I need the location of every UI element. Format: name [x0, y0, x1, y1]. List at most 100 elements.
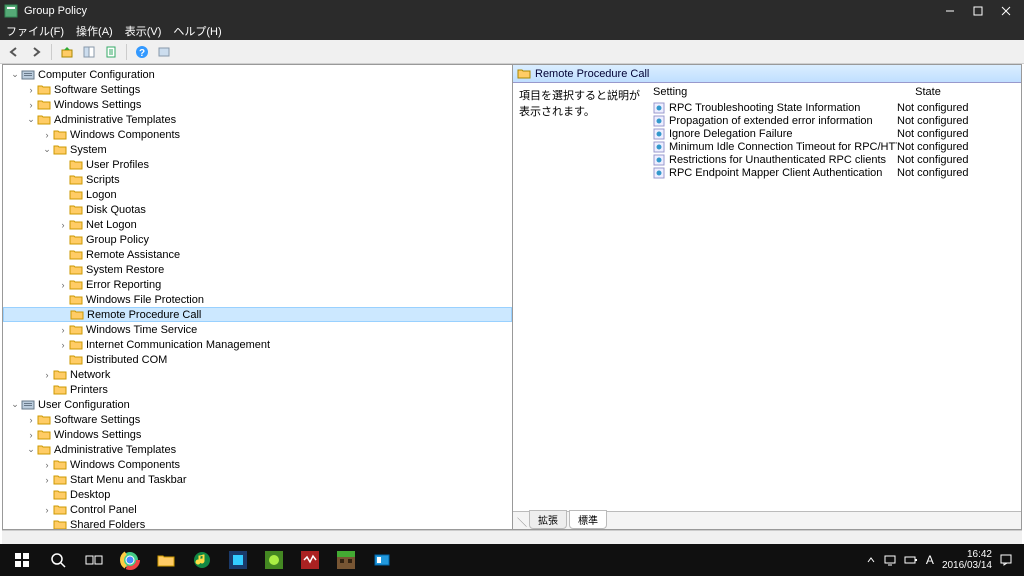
- tray-battery-icon[interactable]: [904, 555, 918, 565]
- expand-icon[interactable]: ›: [57, 340, 69, 350]
- taskbar-app-explorer[interactable]: [148, 546, 184, 574]
- tree-node[interactable]: ›Control Panel: [3, 502, 512, 517]
- tree-node[interactable]: ›Error Reporting: [3, 277, 512, 292]
- tab-extended[interactable]: 拡張: [529, 510, 567, 529]
- tree-pane[interactable]: ⌄Computer Configuration›Software Setting…: [3, 65, 513, 529]
- export-list-button[interactable]: [101, 42, 121, 62]
- detail-pane: Remote Procedure Call 項目を選択すると説明が表示されます。…: [513, 65, 1021, 529]
- expand-icon[interactable]: ›: [25, 85, 37, 95]
- expand-icon[interactable]: ›: [41, 460, 53, 470]
- task-view-button[interactable]: [76, 546, 112, 574]
- tree-node[interactable]: ⌄Administrative Templates: [3, 442, 512, 457]
- tree-node[interactable]: ·Logon: [3, 187, 512, 202]
- folder-icon: [37, 429, 51, 441]
- folder-icon: [69, 339, 83, 351]
- collapse-icon[interactable]: ⌄: [41, 144, 53, 155]
- expand-icon[interactable]: ›: [57, 280, 69, 290]
- tree-node[interactable]: ›Windows Settings: [3, 97, 512, 112]
- collapse-icon[interactable]: ⌄: [25, 114, 37, 125]
- collapse-icon[interactable]: ⌄: [9, 69, 21, 80]
- tray-notifications-icon[interactable]: [1000, 554, 1012, 566]
- tree-node[interactable]: ›Software Settings: [3, 412, 512, 427]
- tree-node[interactable]: ·Remote Procedure Call: [3, 307, 512, 322]
- menu-view[interactable]: 表示(V): [125, 23, 162, 39]
- tree-node[interactable]: ⌄ System: [3, 142, 512, 157]
- tree-node[interactable]: ›Windows Settings: [3, 427, 512, 442]
- expand-icon[interactable]: ›: [25, 415, 37, 425]
- tree-node[interactable]: ›Start Menu and Taskbar: [3, 472, 512, 487]
- taskbar-app-mmc[interactable]: [364, 546, 400, 574]
- menu-file[interactable]: ファイル(F): [6, 23, 64, 39]
- expand-icon[interactable]: ›: [41, 475, 53, 485]
- back-button[interactable]: [4, 42, 24, 62]
- setting-row[interactable]: RPC Endpoint Mapper Client Authenticatio…: [653, 166, 1021, 179]
- tree-node[interactable]: ›Windows Time Service: [3, 322, 512, 337]
- tree-node[interactable]: ›Windows Components: [3, 457, 512, 472]
- show-hide-tree-button[interactable]: [79, 42, 99, 62]
- minimize-button[interactable]: [936, 0, 964, 22]
- tree-node[interactable]: ›Net Logon: [3, 217, 512, 232]
- tree-node[interactable]: ⌄User Configuration: [3, 397, 512, 412]
- maximize-button[interactable]: [964, 0, 992, 22]
- window-titlebar: Group Policy: [0, 0, 1024, 22]
- up-button[interactable]: [57, 42, 77, 62]
- tree-node[interactable]: ·Group Policy: [3, 232, 512, 247]
- collapse-icon[interactable]: ⌄: [25, 444, 37, 455]
- tree-node[interactable]: ›Windows Components: [3, 127, 512, 142]
- tree-node[interactable]: ·Scripts: [3, 172, 512, 187]
- taskbar-app-2[interactable]: [256, 546, 292, 574]
- tree-node[interactable]: ·Distributed COM: [3, 352, 512, 367]
- collapse-icon[interactable]: ⌄: [9, 399, 21, 410]
- setting-row[interactable]: Propagation of extended error informatio…: [653, 114, 1021, 127]
- expand-icon[interactable]: ›: [41, 370, 53, 380]
- tree-node[interactable]: ⌄Computer Configuration: [3, 67, 512, 82]
- setting-row[interactable]: RPC Troubleshooting State InformationNot…: [653, 101, 1021, 114]
- tree-node[interactable]: ›Software Settings: [3, 82, 512, 97]
- help-button[interactable]: ?: [132, 42, 152, 62]
- folder-icon: [53, 459, 67, 471]
- expand-icon[interactable]: ›: [25, 100, 37, 110]
- tree-node[interactable]: ·Desktop: [3, 487, 512, 502]
- setting-row[interactable]: Minimum Idle Connection Timeout for RPC/…: [653, 140, 1021, 153]
- expand-icon[interactable]: ›: [41, 505, 53, 515]
- forward-button[interactable]: [26, 42, 46, 62]
- start-button[interactable]: [4, 546, 40, 574]
- menu-action[interactable]: 操作(A): [76, 23, 113, 39]
- taskbar-app-3[interactable]: [292, 546, 328, 574]
- col-header-setting[interactable]: Setting: [653, 86, 883, 98]
- search-button[interactable]: [40, 546, 76, 574]
- tree-node[interactable]: ·Shared Folders: [3, 517, 512, 529]
- tree-node[interactable]: ·Disk Quotas: [3, 202, 512, 217]
- close-button[interactable]: [992, 0, 1020, 22]
- config-icon: [21, 399, 35, 411]
- tab-standard[interactable]: 標準: [569, 510, 607, 529]
- tree-node[interactable]: ›Internet Communication Management: [3, 337, 512, 352]
- taskbar-app-1[interactable]: [220, 546, 256, 574]
- setting-state: Not configured: [897, 154, 987, 166]
- expand-icon[interactable]: ›: [41, 130, 53, 140]
- setting-row[interactable]: Ignore Delegation FailureNot configured: [653, 127, 1021, 140]
- tray-ime-indicator[interactable]: A: [926, 553, 934, 567]
- menu-help[interactable]: ヘルプ(H): [173, 23, 221, 39]
- taskbar-app-music[interactable]: [184, 546, 220, 574]
- tray-chevron-up-icon[interactable]: [866, 555, 876, 565]
- taskbar-app-chrome[interactable]: [112, 546, 148, 574]
- tree-node[interactable]: ⌄Administrative Templates: [3, 112, 512, 127]
- tree-label: System: [70, 144, 107, 156]
- tray-clock[interactable]: 16:42 2016/03/14: [942, 549, 992, 571]
- expand-icon[interactable]: ›: [57, 325, 69, 335]
- tree-node[interactable]: ›Network: [3, 367, 512, 382]
- setting-row[interactable]: Restrictions for Unauthenticated RPC cli…: [653, 153, 1021, 166]
- tray-network-icon[interactable]: [884, 554, 896, 566]
- expand-icon[interactable]: ›: [57, 220, 69, 230]
- taskbar-app-minecraft[interactable]: [328, 546, 364, 574]
- tree-node[interactable]: ·Remote Assistance: [3, 247, 512, 262]
- tree-node[interactable]: ·User Profiles: [3, 157, 512, 172]
- tree-node[interactable]: ·Windows File Protection: [3, 292, 512, 307]
- detail-header: Remote Procedure Call: [513, 65, 1021, 83]
- expand-icon[interactable]: ›: [25, 430, 37, 440]
- filter-button[interactable]: [154, 42, 174, 62]
- col-header-state[interactable]: State: [883, 86, 973, 98]
- tree-node[interactable]: ·Printers: [3, 382, 512, 397]
- tree-node[interactable]: ·System Restore: [3, 262, 512, 277]
